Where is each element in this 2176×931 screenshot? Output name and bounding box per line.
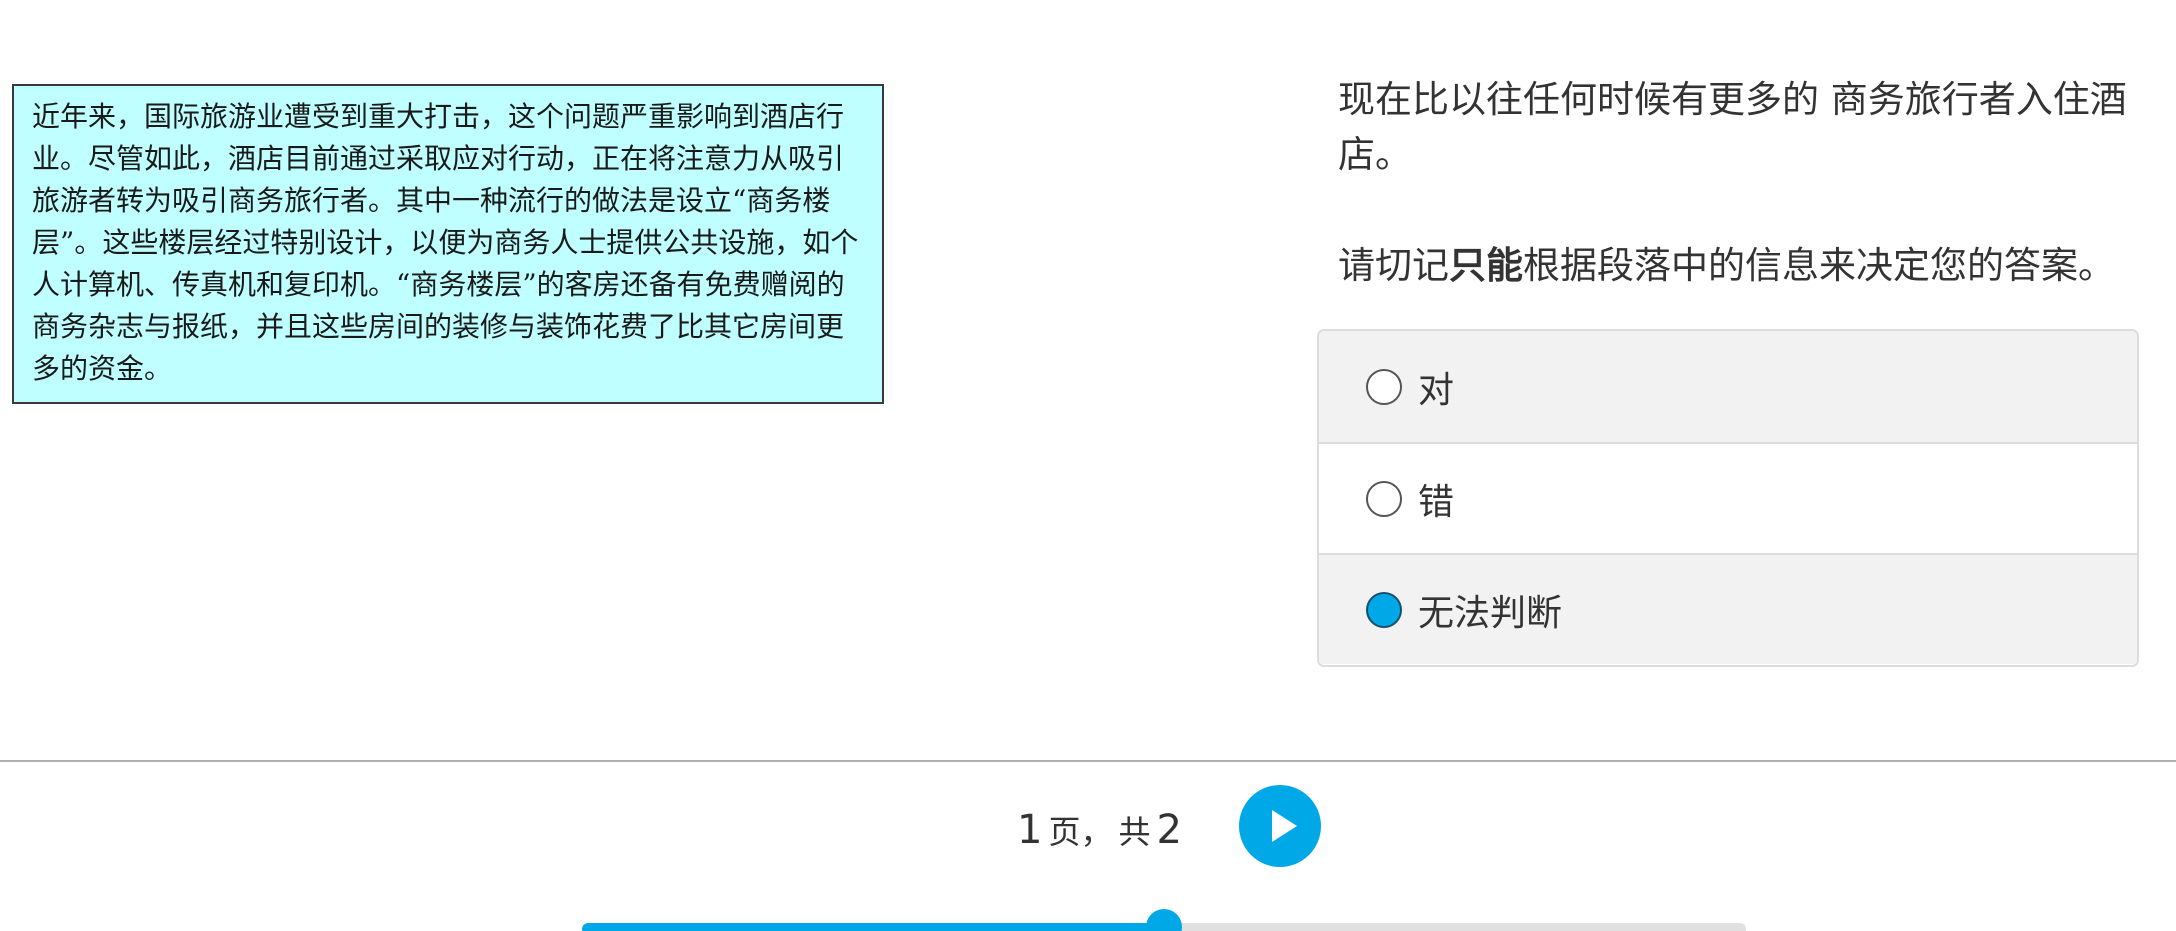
- next-page-button[interactable]: [1239, 785, 1321, 867]
- instruction-emphasis: 只能: [1449, 244, 1523, 287]
- radio-false[interactable]: [1366, 480, 1402, 517]
- instruction-prefix: 请切记: [1338, 244, 1449, 287]
- test-page: 近年来，国际旅游业遭受到重大打击，这个问题严重影响到酒店行业。尽管如此，酒店目前…: [0, 0, 2176, 931]
- option-false[interactable]: 错: [1319, 442, 2137, 553]
- footer-divider: [0, 760, 2176, 762]
- page-word: 页，: [1048, 813, 1113, 851]
- progress-knob[interactable]: [1146, 909, 1182, 931]
- radio-true[interactable]: [1366, 368, 1402, 405]
- question-statement: 现在比以往任何时候有更多的 商务旅行者入住酒店。: [1338, 72, 2138, 182]
- instruction-suffix: 根据段落中的信息来决定您的答案。: [1523, 244, 2115, 287]
- radio-cannot-say[interactable]: [1366, 591, 1402, 628]
- passage-text: 近年来，国际旅游业遭受到重大打击，这个问题严重影响到酒店行业。尽管如此，酒店目前…: [32, 100, 859, 385]
- option-label: 对: [1418, 369, 1455, 411]
- current-page: 1: [1017, 807, 1043, 853]
- option-label: 无法判断: [1418, 592, 1563, 634]
- option-cannot-say[interactable]: 无法判断: [1319, 553, 2137, 664]
- answer-instruction: 请切记只能根据段落中的信息来决定您的答案。: [1338, 238, 2158, 293]
- reading-passage: 近年来，国际旅游业遭受到重大打击，这个问题严重影响到酒店行业。尽管如此，酒店目前…: [12, 84, 884, 404]
- answer-options: 对 错 无法判断: [1317, 329, 2139, 667]
- option-label: 错: [1418, 481, 1455, 523]
- progress-fill: [582, 923, 1164, 931]
- option-true[interactable]: 对: [1319, 331, 2137, 442]
- total-pages: 2: [1156, 807, 1182, 853]
- play-icon: [1272, 810, 1297, 842]
- page-indicator: 1 页， 共 2: [1017, 800, 1182, 860]
- question-text: 现在比以往任何时候有更多的 商务旅行者入住酒店。: [1338, 78, 2127, 176]
- total-word: 共: [1118, 813, 1151, 851]
